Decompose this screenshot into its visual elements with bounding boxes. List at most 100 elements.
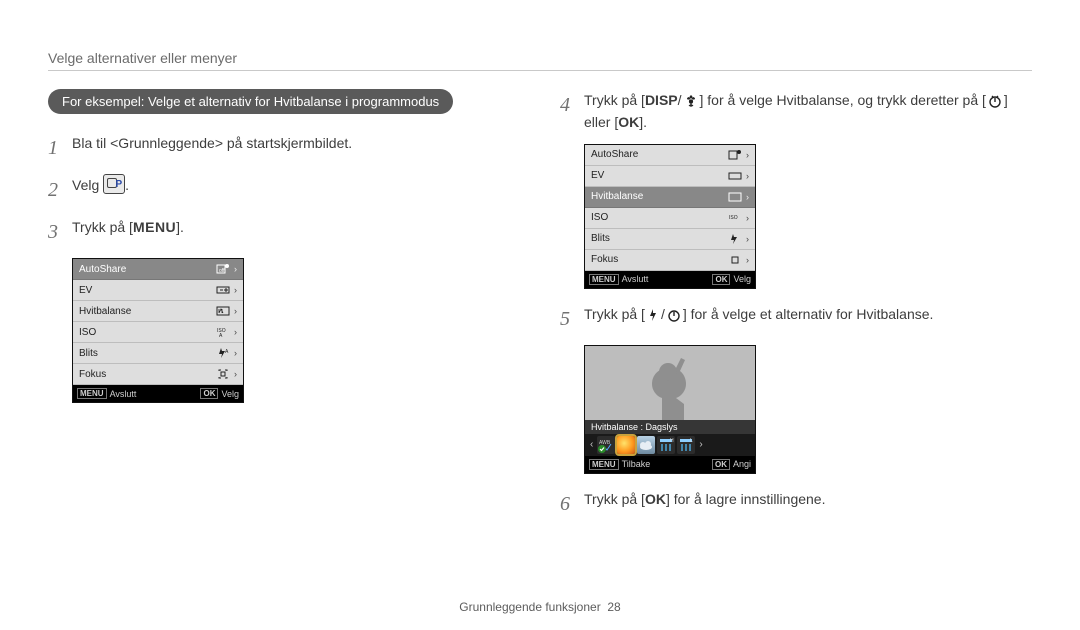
menu-label: AutoShare (79, 264, 216, 275)
camera-menu-screenshot-1: AutoShare off › EV › Hvitbalanse › ISO IS… (72, 258, 244, 403)
wb-thumb-awb: AWB (597, 436, 615, 454)
step-number: 2 (48, 174, 62, 206)
wb-thumb-fluorescent-h: H (657, 436, 675, 454)
menu-tag: MENU (77, 388, 107, 399)
manual-page: Velge alternativer eller menyer For ekse… (0, 0, 1080, 630)
menu-label: Blits (79, 348, 216, 359)
step-text: Trykk på [DISP/] for å velge Hvitbalanse… (584, 89, 1032, 134)
step-text: Trykk på [ / ] for å velge et alternativ f… (584, 303, 1032, 325)
menu-label: Hvitbalanse (591, 191, 728, 202)
chevron-right-icon: › (746, 234, 749, 244)
step-4: 4 Trykk på [DISP/] for å velge Hvitbalan… (560, 89, 1032, 134)
text: ]. (639, 114, 647, 130)
footer-label: Tilbake (622, 459, 651, 469)
focus-icon (728, 254, 742, 266)
self-timer-icon (988, 94, 1002, 108)
step-text: Velg . (72, 174, 520, 196)
lcd-footer: MENUTilbake OKAngi (585, 456, 755, 473)
chevron-right-icon: › (746, 255, 749, 265)
svg-text:off: off (219, 268, 225, 274)
menu-row-ev: EV › (73, 280, 243, 301)
step-1: 1 Bla til <Grunnleggende> på startskjerm… (48, 132, 520, 164)
strip-right-icon: › (697, 439, 704, 450)
strip-left-icon: ‹ (588, 439, 595, 450)
menu-row-autoshare: AutoShare › (585, 145, 755, 166)
awb-icon (728, 191, 742, 203)
text: ] for å velge Hvitbalanse, og trykk dere… (700, 92, 986, 108)
step-2: 2 Velg . (48, 174, 520, 206)
step-number: 5 (560, 303, 574, 335)
text: ]. (176, 219, 184, 235)
menu-row-blits: Blits › (585, 229, 755, 250)
example-callout: For eksempel: Velge et alternativ for Hv… (48, 89, 453, 114)
camera-preview-screenshot: Hvitbalanse : Dagslys ‹ AWB H L › (584, 345, 756, 474)
chevron-right-icon: › (234, 327, 237, 337)
ok-button-glyph: OK (645, 491, 666, 507)
step-5: 5 Trykk på [ / ] for å velge et alternativ… (560, 303, 1032, 335)
iso-auto-icon: ISO (728, 212, 742, 224)
step-6: 6 Trykk på [OK] for å lagre innstillinge… (560, 488, 1032, 520)
wb-option-strip: ‹ AWB H L › (585, 434, 755, 456)
step-number: 4 (560, 89, 574, 121)
footer-label: Angi (733, 459, 751, 469)
menu-row-hvitbalanse: Hvitbalanse › (73, 301, 243, 322)
menu-row-fokus: Fokus › (585, 250, 755, 271)
svg-text:A: A (225, 349, 229, 355)
menu-label: ISO (79, 327, 216, 338)
footer-label: Velg (733, 274, 751, 284)
menu-row-blits: Blits A › (73, 343, 243, 364)
ev-icon (216, 284, 230, 296)
page-footer: Grunnleggende funksjoner 28 (0, 600, 1080, 614)
self-timer-icon (667, 308, 681, 322)
lcd-footer: MENUAvslutt OKVelg (73, 385, 243, 402)
chevron-right-icon: › (234, 348, 237, 358)
text: Trykk på [ (584, 306, 645, 322)
wb-thumb-daylight (617, 436, 635, 454)
text: / (661, 306, 665, 322)
step-number: 6 (560, 488, 574, 520)
awb-icon (216, 305, 230, 317)
step-3: 3 Trykk på [MENU]. (48, 216, 520, 248)
share-off-icon (728, 149, 742, 161)
ev-icon (728, 170, 742, 182)
text: ] for å velge et alternativ for Hvitbala… (683, 306, 934, 322)
share-off-icon: off (216, 263, 230, 275)
content-columns: For eksempel: Velge et alternativ for Hv… (48, 89, 1032, 530)
step-number: 3 (48, 216, 62, 248)
ok-tag: OK (200, 388, 218, 399)
text: Trykk på [ (72, 219, 133, 235)
chevron-right-icon: › (234, 285, 237, 295)
menu-row-hvitbalanse: Hvitbalanse › (585, 187, 755, 208)
text: / (678, 92, 682, 108)
footer-page-number: 28 (607, 600, 620, 614)
text: Velg (72, 177, 103, 193)
menu-label: AutoShare (591, 149, 728, 160)
text: . (125, 177, 129, 193)
menu-label: EV (591, 170, 728, 181)
menu-row-ev: EV › (585, 166, 755, 187)
text: ] for å lagre innstillingene. (666, 491, 826, 507)
menu-label: Fokus (591, 254, 728, 265)
menu-tag: MENU (589, 274, 619, 285)
svg-text:L: L (690, 438, 693, 444)
text: Trykk på [ (584, 491, 645, 507)
svg-text:ISO: ISO (729, 215, 738, 221)
step-text: Trykk på [OK] for å lagre innstillingene… (584, 488, 1032, 510)
chevron-right-icon: › (746, 171, 749, 181)
program-mode-icon (103, 174, 125, 194)
left-column: For eksempel: Velge et alternativ for Hv… (48, 89, 520, 530)
page-title: Velge alternativer eller menyer (48, 50, 1032, 71)
wb-thumb-cloudy (637, 436, 655, 454)
flash-icon (647, 308, 659, 322)
iso-auto-icon: ISOA (216, 326, 230, 338)
menu-row-iso: ISO ISOA › (73, 322, 243, 343)
footer-label: Avslutt (622, 274, 649, 284)
step-text: Trykk på [MENU]. (72, 216, 520, 238)
chevron-right-icon: › (746, 150, 749, 160)
disp-button-glyph: DISP (645, 92, 678, 108)
step-number: 1 (48, 132, 62, 164)
macro-flower-icon (684, 94, 698, 108)
preview-silhouette (585, 346, 755, 420)
chevron-right-icon: › (746, 213, 749, 223)
menu-tag: MENU (589, 459, 619, 470)
